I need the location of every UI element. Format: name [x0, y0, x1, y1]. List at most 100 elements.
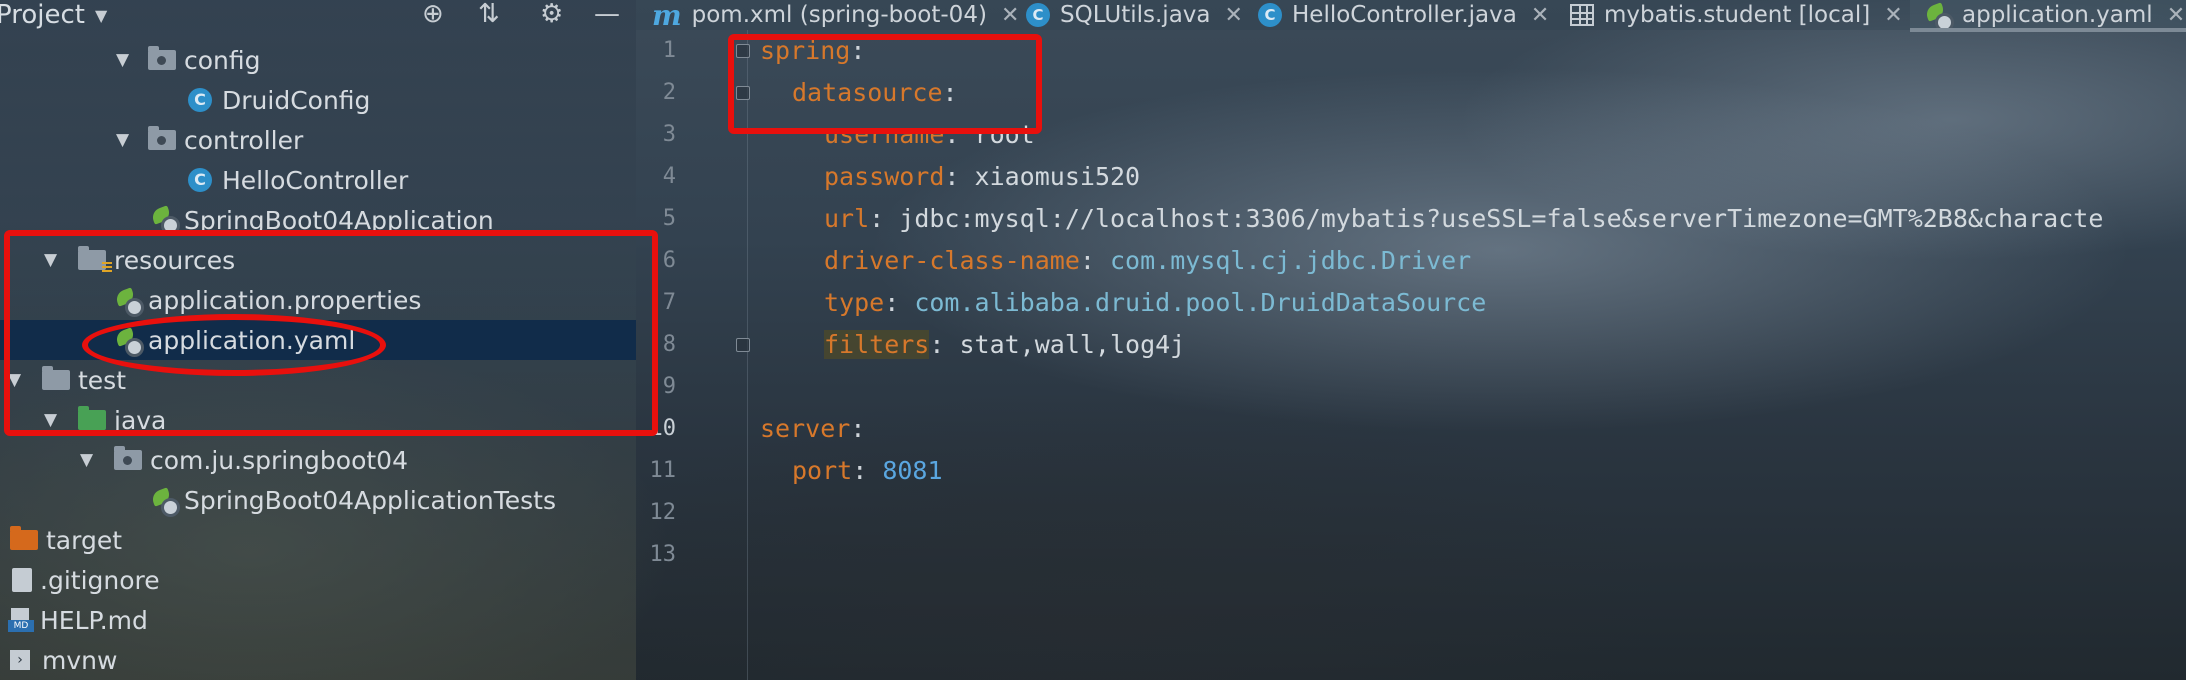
spring-config-icon [1926, 3, 1954, 32]
yaml-value-package: com.alibaba.druid.pool. [914, 288, 1261, 317]
expanded-arrow-icon[interactable]: ▼ [116, 130, 138, 150]
project-panel: Project ▼ ⊕ ⇅ ⚙ — ▼ config C DruidConfig… [0, 0, 636, 680]
yaml-separator: : [884, 288, 915, 317]
code-line: spring: [760, 30, 865, 72]
line-number-current: 10 [649, 416, 677, 441]
gear-icon[interactable]: ⚙ [540, 0, 563, 28]
close-icon[interactable]: ✕ [1225, 3, 1243, 28]
tab-label: application.yaml [1962, 2, 2153, 28]
code-line: username: root [824, 114, 1035, 156]
yaml-separator: : [850, 36, 866, 65]
package-icon [148, 126, 176, 150]
yaml-key: datasource [792, 78, 943, 107]
line-number: 9 [662, 374, 676, 399]
tree-item-druidconfig[interactable]: C DruidConfig [0, 80, 636, 120]
minimize-icon[interactable]: — [594, 0, 620, 28]
line-number: 12 [649, 500, 677, 525]
tree-item-com-ju-springboot04[interactable]: ▼ com.ju.springboot04 [0, 440, 636, 480]
code-line: password: xiaomusi520 [824, 156, 1140, 198]
line-number: 7 [662, 290, 676, 315]
tree-item-test[interactable]: ▼ test [0, 360, 636, 400]
yaml-key: type [824, 288, 885, 317]
expanded-arrow-icon[interactable]: ▼ [80, 450, 102, 470]
yaml-value: jdbc:mysql://localhost:3306/mybatis?useS… [899, 204, 2104, 233]
tab-application-yaml[interactable]: application.yaml ✕ [1910, 0, 2186, 32]
excluded-folder-icon [10, 526, 38, 550]
yaml-separator: : [942, 78, 958, 107]
tree-item-resources[interactable]: ▼ resources [0, 240, 636, 280]
tree-item-java[interactable]: ▼ java [0, 400, 636, 440]
code-editor[interactable]: spring: datasource: username: root passw… [760, 30, 2186, 680]
fold-marker-icon[interactable] [736, 338, 750, 352]
line-number: 11 [649, 458, 677, 483]
tree-item-label: target [46, 525, 123, 555]
locate-target-icon[interactable]: ⊕ [422, 0, 444, 28]
tab-sqlutils-java[interactable]: C SQLUtils.java ✕ [1014, 0, 1246, 30]
package-icon [148, 46, 176, 70]
line-number: 1 [662, 38, 676, 63]
text-file-icon [12, 568, 32, 592]
code-line: server: [760, 408, 865, 450]
tab-hellocontroller-java[interactable]: C HelloController.java ✕ [1246, 0, 1558, 30]
yaml-value: xiaomusi520 [974, 162, 1141, 191]
tree-item-hellocontroller[interactable]: C HelloController [0, 160, 636, 200]
tree-item-label: .gitignore [40, 565, 160, 595]
tree-item-controller[interactable]: ▼ controller [0, 120, 636, 160]
tree-item-mvnw[interactable]: › mvnw [0, 640, 636, 680]
code-line: filters: stat,wall,log4j [824, 324, 1185, 366]
fold-marker-icon[interactable] [736, 86, 750, 100]
code-line: type: com.alibaba.druid.pool.DruidDataSo… [824, 282, 1486, 324]
tab-pom-xml[interactable]: m pom.xml (spring-boot-04) ✕ [636, 0, 1019, 32]
yaml-separator: : [1079, 246, 1110, 275]
tab-mybatis-student[interactable]: mybatis.student [local] ✕ [1558, 0, 1910, 30]
tree-item-label: test [78, 365, 127, 395]
maven-icon: m [652, 0, 682, 32]
resources-folder-icon [78, 246, 112, 274]
yaml-value-number: 8081 [882, 456, 943, 485]
yaml-value-class: Driver [1380, 246, 1472, 275]
collapse-all-icon[interactable]: ⇅ [478, 0, 500, 28]
tree-item-target[interactable]: target [0, 520, 636, 560]
project-panel-title[interactable]: Project [0, 0, 85, 30]
code-line: datasource: [792, 72, 958, 114]
tree-item-help-md[interactable]: HELP.md [0, 600, 636, 640]
executable-file-icon: › [10, 650, 30, 670]
tree-item-label: SpringBoot04Application [184, 206, 494, 230]
expanded-arrow-icon[interactable]: ▼ [44, 250, 66, 270]
tree-item-label: com.ju.springboot04 [150, 445, 408, 475]
yaml-value: root [974, 120, 1035, 149]
tree-item-application-yaml[interactable]: application.yaml [0, 320, 636, 360]
tab-label: SQLUtils.java [1060, 2, 1211, 28]
java-class-icon: C [1258, 3, 1282, 27]
tree-item-application-properties[interactable]: application.properties [0, 280, 636, 320]
tree-item-label: application.properties [148, 285, 422, 315]
tree-item-springboot04applicationtests[interactable]: SpringBoot04ApplicationTests [0, 480, 636, 520]
markdown-file-icon [8, 608, 34, 632]
tab-label: mybatis.student [local] [1604, 2, 1871, 28]
expanded-arrow-icon[interactable]: ▼ [8, 370, 30, 390]
yaml-value-class: DruidDataSource [1260, 288, 1487, 317]
yaml-separator: : [944, 162, 975, 191]
line-number: 4 [662, 164, 676, 189]
yaml-value-package: com.mysql.cj.jdbc. [1109, 246, 1381, 275]
yaml-separator: : [929, 330, 960, 359]
expanded-arrow-icon[interactable]: ▼ [116, 50, 138, 70]
java-class-icon: C [188, 168, 212, 192]
close-icon[interactable]: ✕ [2167, 3, 2185, 28]
tree-item-springboot04application[interactable]: SpringBoot04Application [0, 200, 636, 230]
tree-item-label: java [114, 405, 167, 435]
tree-item-config[interactable]: ▼ config [0, 40, 636, 80]
line-number: 2 [662, 80, 676, 105]
expanded-arrow-icon[interactable]: ▼ [44, 410, 66, 430]
code-line: port: 8081 [792, 450, 943, 492]
line-number: 3 [662, 122, 676, 147]
spring-boot-class-icon [152, 206, 180, 230]
chevron-down-icon[interactable]: ▼ [95, 6, 107, 25]
close-icon[interactable]: ✕ [1884, 3, 1902, 28]
tree-item-gitignore[interactable]: .gitignore [0, 560, 636, 600]
fold-marker-icon[interactable] [736, 44, 750, 58]
close-icon[interactable]: ✕ [1531, 3, 1549, 28]
spring-config-icon [116, 288, 144, 317]
tab-label: HelloController.java [1292, 2, 1517, 28]
yaml-separator: : [850, 414, 866, 443]
